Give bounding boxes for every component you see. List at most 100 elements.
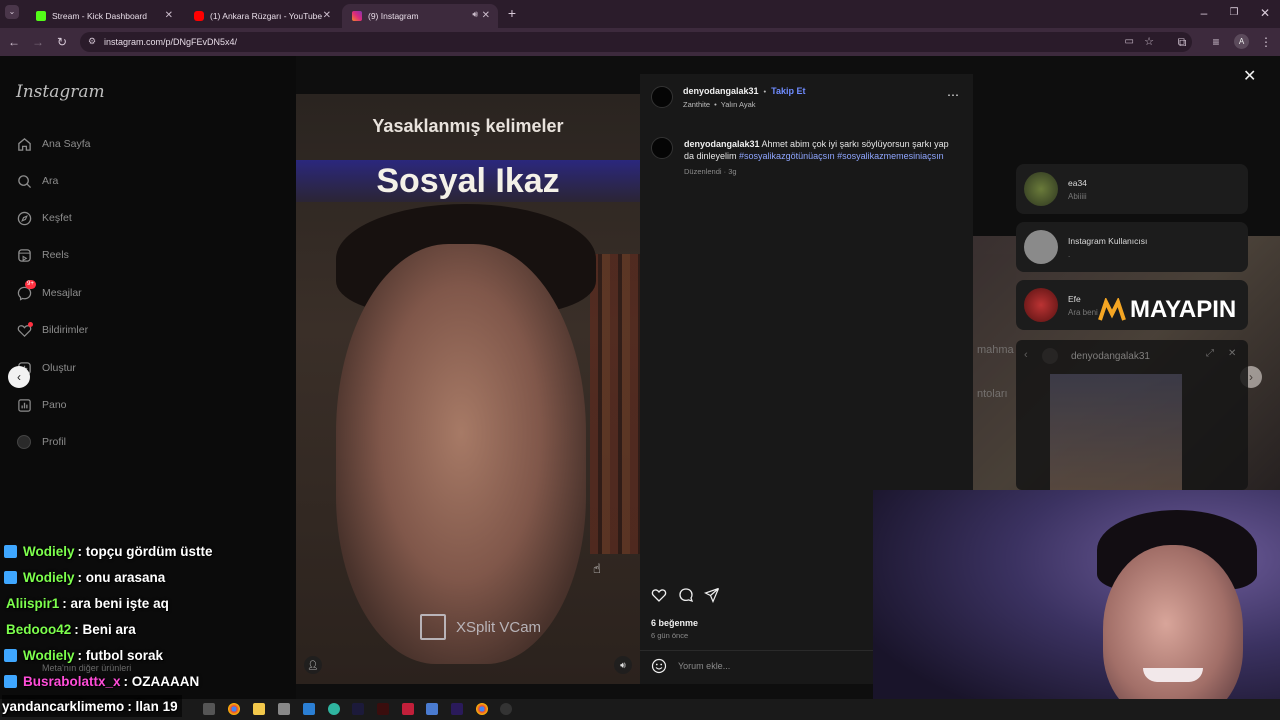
sidebar-item-notifications[interactable]: Bildirimler xyxy=(16,319,88,341)
close-post-icon[interactable]: ✕ xyxy=(1243,66,1256,86)
author-avatar[interactable] xyxy=(651,86,673,108)
popup-close-icon[interactable]: ✕ xyxy=(1228,348,1236,359)
sidebar-item-reels[interactable]: Reels xyxy=(16,244,69,266)
hashtag-link[interactable]: #sosyalikazgötünüaçsın xyxy=(739,151,835,161)
popup-expand-icon[interactable]: ⤢ xyxy=(1206,348,1214,359)
extensions-icon[interactable]: ⧉ xyxy=(1174,34,1190,50)
sidebar-item-search[interactable]: Ara xyxy=(16,170,58,192)
emoji-icon[interactable] xyxy=(651,658,667,679)
app-icon[interactable] xyxy=(278,703,290,715)
chrome-taskbar-icon[interactable] xyxy=(228,703,240,715)
sidebar-item-messages[interactable]: 9+ Mesajlar xyxy=(16,280,82,304)
chat-username: Busrabolattx_x xyxy=(23,673,121,689)
suggestion-item[interactable]: Instagram Kullanıcısı . xyxy=(1016,222,1248,272)
restore-icon[interactable]: ❐ xyxy=(1226,5,1242,21)
reload-icon[interactable]: ↻ xyxy=(54,34,70,50)
vscode-icon[interactable] xyxy=(303,703,315,715)
youtube-icon xyxy=(194,11,204,21)
edge-icon[interactable] xyxy=(328,703,340,715)
suggestion-item[interactable]: ea34 Abiiiii xyxy=(1016,164,1248,214)
sidebar-item-profile[interactable]: Profil xyxy=(16,431,66,453)
background-text: ntoları xyxy=(977,388,1008,400)
tab-search-button[interactable]: ⌄ xyxy=(5,5,19,19)
heart-icon xyxy=(16,322,33,338)
back-icon[interactable]: ← xyxy=(6,34,22,50)
reel-video[interactable]: Yasaklanmış kelimeler Sosyal Ikaz XSplit… xyxy=(296,94,640,684)
hashtag-link[interactable]: #sosyalikazmemesiniaçsın xyxy=(837,151,944,161)
comment-icon[interactable] xyxy=(678,587,694,608)
chat-text: : OZAAAAN xyxy=(123,673,200,689)
bar-chart-icon xyxy=(16,397,32,413)
tab-youtube[interactable]: (1) Ankara Rüzgarı - YouTube ✕ xyxy=(184,4,339,28)
url-text: instagram.com/p/DNgFEvDN5x4/ xyxy=(104,37,238,47)
app-icon[interactable] xyxy=(451,703,463,715)
new-tab-button[interactable]: + xyxy=(504,5,520,21)
bookshelf-background xyxy=(590,254,640,554)
address-bar[interactable]: ⚙︎ instagram.com/p/DNgFEvDN5x4/ ▭ ☆ xyxy=(80,32,1192,52)
site-info-icon[interactable]: ⚙︎ xyxy=(88,36,96,47)
tab-instagram[interactable]: (9) Instagram 🔊︎ ✕ xyxy=(342,4,498,28)
share-icon[interactable] xyxy=(703,587,720,608)
adobe-icon[interactable] xyxy=(377,703,389,715)
reading-list-icon[interactable]: ≡ xyxy=(1208,34,1224,50)
instagram-logo[interactable]: Instagram xyxy=(16,82,105,102)
close-window-icon[interactable]: ✕ xyxy=(1257,5,1273,21)
sidebar-item-label: Reels xyxy=(42,249,69,261)
sidebar-item-explore[interactable]: Keşfet xyxy=(16,207,72,229)
messenger-icon: 9+ xyxy=(16,280,36,301)
audio-info[interactable]: Zanthite • Yalın Ayak xyxy=(683,100,756,109)
more-menu-icon[interactable]: ⋮ xyxy=(1258,34,1274,50)
close-tab-icon[interactable]: ✕ xyxy=(323,10,331,21)
sidebar-item-label: Keşfet xyxy=(42,212,72,224)
tab-kick-dashboard[interactable]: Stream - Kick Dashboard ✕ xyxy=(26,4,181,28)
forward-icon[interactable]: → xyxy=(30,34,46,50)
app-icon[interactable] xyxy=(402,703,414,715)
chat-username: Aliispir1 xyxy=(6,595,60,611)
kick-badge-icon xyxy=(4,544,17,558)
sidebar-item-dashboard[interactable]: Pano xyxy=(16,394,67,416)
mute-toggle-icon[interactable]: 🔊︎ xyxy=(614,656,632,674)
chat-username: Bedooo42 xyxy=(6,621,72,637)
caption-username[interactable]: denyodangalak31 xyxy=(684,139,760,149)
obs-icon[interactable] xyxy=(500,703,512,715)
close-tab-icon[interactable]: ✕ xyxy=(482,10,490,21)
popup-back-icon[interactable]: ‹ xyxy=(1024,349,1028,361)
like-icon[interactable] xyxy=(651,587,667,608)
search-icon xyxy=(16,173,32,189)
video-title-line2: Sosyal Ikaz xyxy=(296,160,640,202)
bookmark-star-icon[interactable]: ☆ xyxy=(1144,35,1154,48)
chat-text: : onu arasana xyxy=(77,569,166,585)
install-app-icon[interactable]: ▭ xyxy=(1125,36,1134,47)
chat-text: : llan 19 xyxy=(127,698,178,714)
sidebar-item-home[interactable]: Ana Sayfa xyxy=(16,133,90,155)
browser-toolbar: ← → ↻ ⚙︎ instagram.com/p/DNgFEvDN5x4/ ▭ … xyxy=(0,28,1280,56)
messages-badge: 9+ xyxy=(25,280,36,289)
previous-post-button[interactable]: ‹ xyxy=(8,366,30,388)
suggestion-sub: . xyxy=(1068,250,1071,259)
app-icon[interactable] xyxy=(426,703,438,715)
video-person-face xyxy=(336,244,586,664)
premiere-icon[interactable] xyxy=(352,703,364,715)
file-explorer-icon[interactable] xyxy=(253,703,265,715)
mini-player-popup[interactable]: ‹ denyodangalak31 ⤢ ✕ xyxy=(1016,340,1248,490)
minimize-icon[interactable]: – xyxy=(1196,5,1212,21)
author-username[interactable]: denyodangalak31 xyxy=(683,86,759,96)
chrome-active-icon[interactable] xyxy=(476,703,488,715)
sidebar-item-label: Ana Sayfa xyxy=(42,138,91,150)
chat-message: Busrabolattx_x : OZAAAAN xyxy=(4,670,199,692)
profile-avatar[interactable]: A xyxy=(1234,34,1249,49)
speaker-icon[interactable]: 🔊︎ xyxy=(472,9,478,20)
follow-button[interactable]: Takip Et xyxy=(771,86,805,96)
kick-badge-icon xyxy=(4,648,17,662)
tagged-users-icon[interactable]: 👤︎ xyxy=(304,656,322,674)
close-tab-icon[interactable]: ✕ xyxy=(165,10,173,21)
like-count[interactable]: 6 beğenme xyxy=(651,618,698,628)
suggestion-name: Instagram Kullanıcısı xyxy=(1068,236,1148,246)
video-title-line1: Yasaklanmış kelimeler xyxy=(372,116,564,136)
background-text: mahma xyxy=(977,344,1014,356)
chat-username: Wodiely xyxy=(23,569,75,585)
task-view-icon[interactable] xyxy=(203,703,215,715)
sidebar-item-label: Pano xyxy=(42,399,67,411)
more-options-icon[interactable]: ⋯ xyxy=(947,88,959,102)
caption-avatar[interactable] xyxy=(651,137,673,159)
